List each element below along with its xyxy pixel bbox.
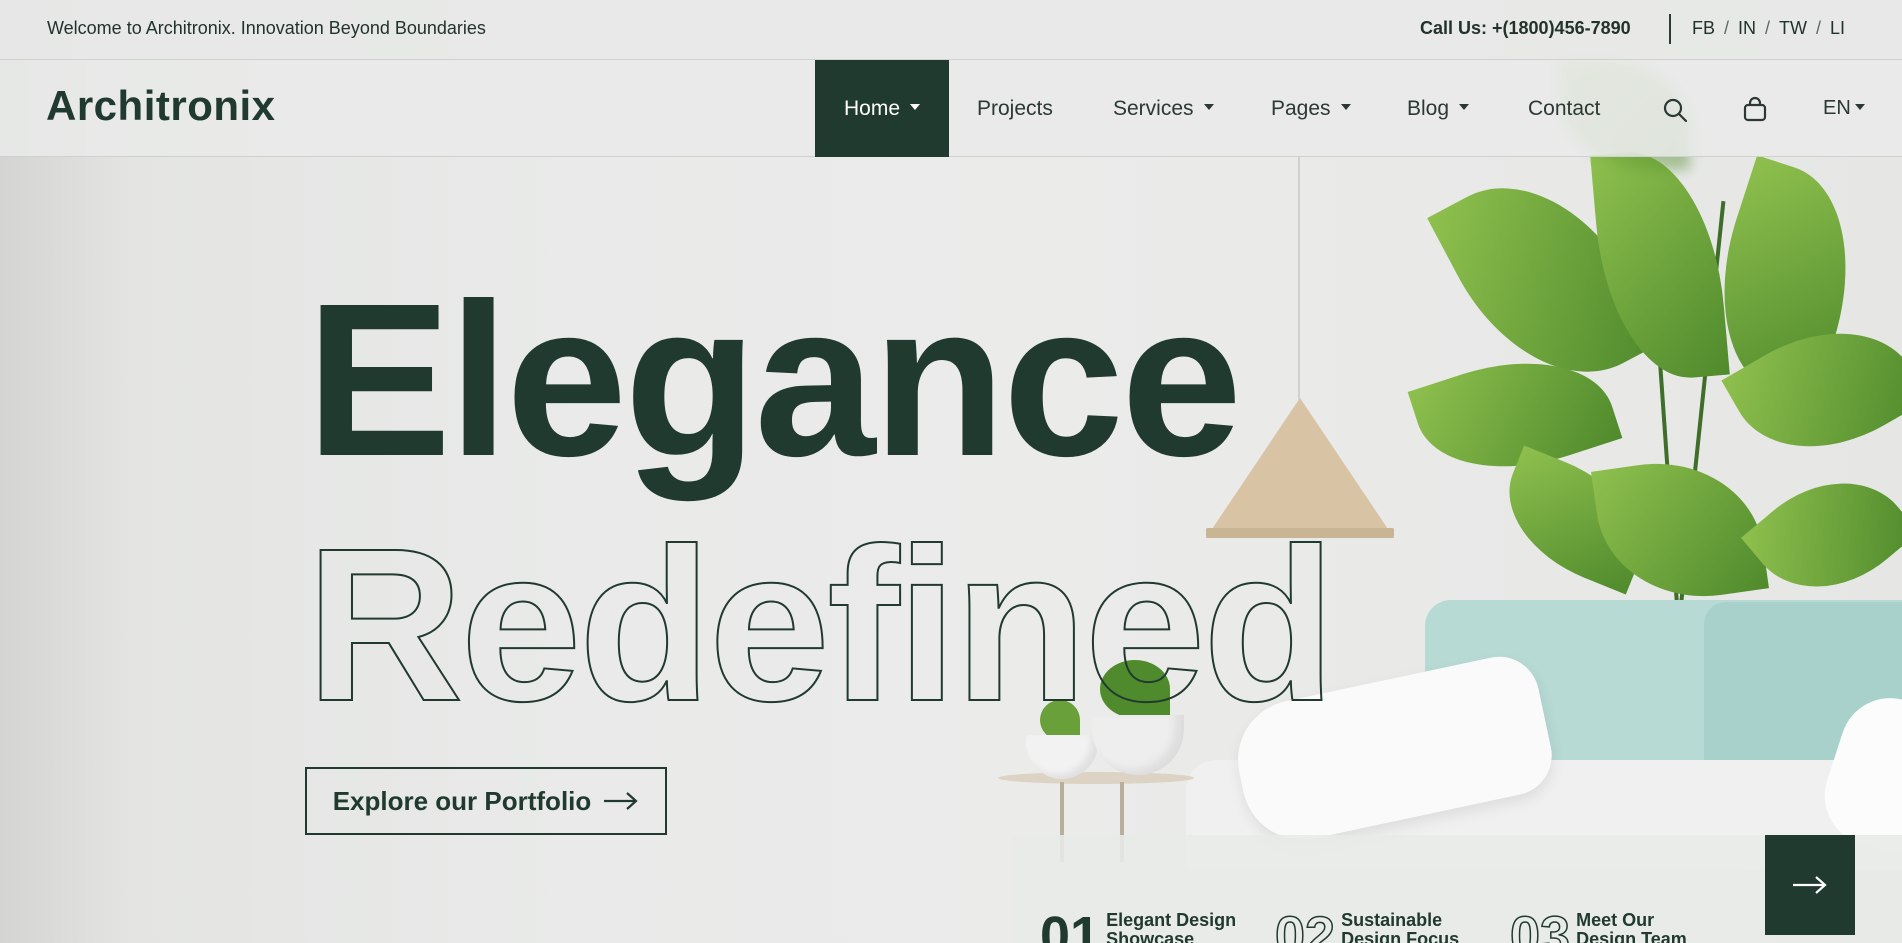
nav-item-label: Services bbox=[1113, 96, 1194, 120]
slide-tab-02[interactable]: 02 Sustainable Design Focus bbox=[1274, 906, 1481, 943]
social-separator: / bbox=[1816, 18, 1822, 38]
chevron-down-icon bbox=[1854, 103, 1865, 110]
nav-item-label: Projects bbox=[977, 96, 1053, 120]
site-logo[interactable]: Architronix bbox=[46, 82, 276, 130]
phone-number[interactable]: Call Us: +(1800)456-7890 bbox=[1420, 18, 1631, 39]
side-table bbox=[998, 772, 1194, 784]
slide-label: Sustainable Design Focus bbox=[1341, 910, 1460, 943]
lamp-cord bbox=[1298, 156, 1300, 401]
nav-item-label: Blog bbox=[1407, 96, 1450, 120]
search-icon[interactable] bbox=[1661, 96, 1689, 124]
slide-number: 02 bbox=[1274, 906, 1336, 943]
social-link-fb[interactable]: FB bbox=[1692, 18, 1715, 38]
nav-item-services[interactable]: Services bbox=[1113, 60, 1214, 157]
plant-leaf bbox=[1741, 447, 1902, 623]
nav-item-pages[interactable]: Pages bbox=[1271, 60, 1351, 157]
hero-subtitle-svg: Redefined bbox=[305, 503, 1337, 748]
slide-number: 01 bbox=[1040, 906, 1101, 943]
explore-portfolio-button[interactable]: Explore our Portfolio bbox=[305, 767, 667, 835]
chevron-down-icon bbox=[1459, 103, 1470, 110]
nav-item-contact[interactable]: Contact bbox=[1528, 60, 1600, 157]
social-links: FB / IN / TW / LI bbox=[1692, 18, 1845, 39]
top-info-bar: Welcome to Architronix. Innovation Beyon… bbox=[0, 0, 1902, 60]
nav-item-projects[interactable]: Projects bbox=[977, 60, 1053, 157]
social-link-in[interactable]: IN bbox=[1738, 18, 1756, 38]
social-link-tw[interactable]: TW bbox=[1779, 18, 1807, 38]
shopping-bag-icon[interactable] bbox=[1741, 96, 1769, 124]
plant-pot bbox=[1092, 715, 1184, 775]
language-selector[interactable]: EN bbox=[1823, 60, 1865, 157]
arrow-right-icon bbox=[1793, 876, 1827, 894]
topbar-divider bbox=[1669, 14, 1671, 44]
social-link-li[interactable]: LI bbox=[1830, 18, 1845, 38]
nav-item-blog[interactable]: Blog bbox=[1407, 60, 1470, 157]
slide-number: 03 bbox=[1509, 906, 1571, 943]
slide-label: Elegant Design Showcase bbox=[1106, 910, 1237, 943]
hero-title: Elegance bbox=[306, 259, 1242, 502]
welcome-text: Welcome to Architronix. Innovation Beyon… bbox=[47, 18, 486, 38]
arrow-right-icon bbox=[604, 792, 638, 810]
hero-subtitle-text: Redefined bbox=[306, 508, 1326, 708]
main-navbar: Architronix Home Projects Services Pages… bbox=[0, 60, 1902, 157]
cta-label: Explore our Portfolio bbox=[332, 785, 592, 816]
social-separator: / bbox=[1724, 18, 1730, 38]
social-separator: / bbox=[1765, 18, 1771, 38]
chevron-down-icon bbox=[910, 103, 921, 110]
nav-item-home[interactable]: Home bbox=[815, 60, 949, 157]
nav-item-label: Contact bbox=[1528, 96, 1601, 120]
hero-subtitle-outline: Redefined bbox=[305, 503, 1337, 748]
language-label: EN bbox=[1823, 97, 1851, 119]
slide-tab-01[interactable]: 01 Elegant Design Showcase bbox=[1040, 909, 1246, 943]
nav-item-label: Home bbox=[843, 96, 901, 120]
slide-tab-03[interactable]: 03 Meet Our Design Team bbox=[1509, 906, 1716, 943]
slide-label: Meet Our Design Team bbox=[1576, 910, 1687, 943]
nav-item-label: Pages bbox=[1271, 96, 1331, 120]
slider-next-button[interactable] bbox=[1765, 835, 1855, 935]
chevron-down-icon bbox=[1340, 103, 1351, 110]
chevron-down-icon bbox=[1203, 103, 1214, 110]
